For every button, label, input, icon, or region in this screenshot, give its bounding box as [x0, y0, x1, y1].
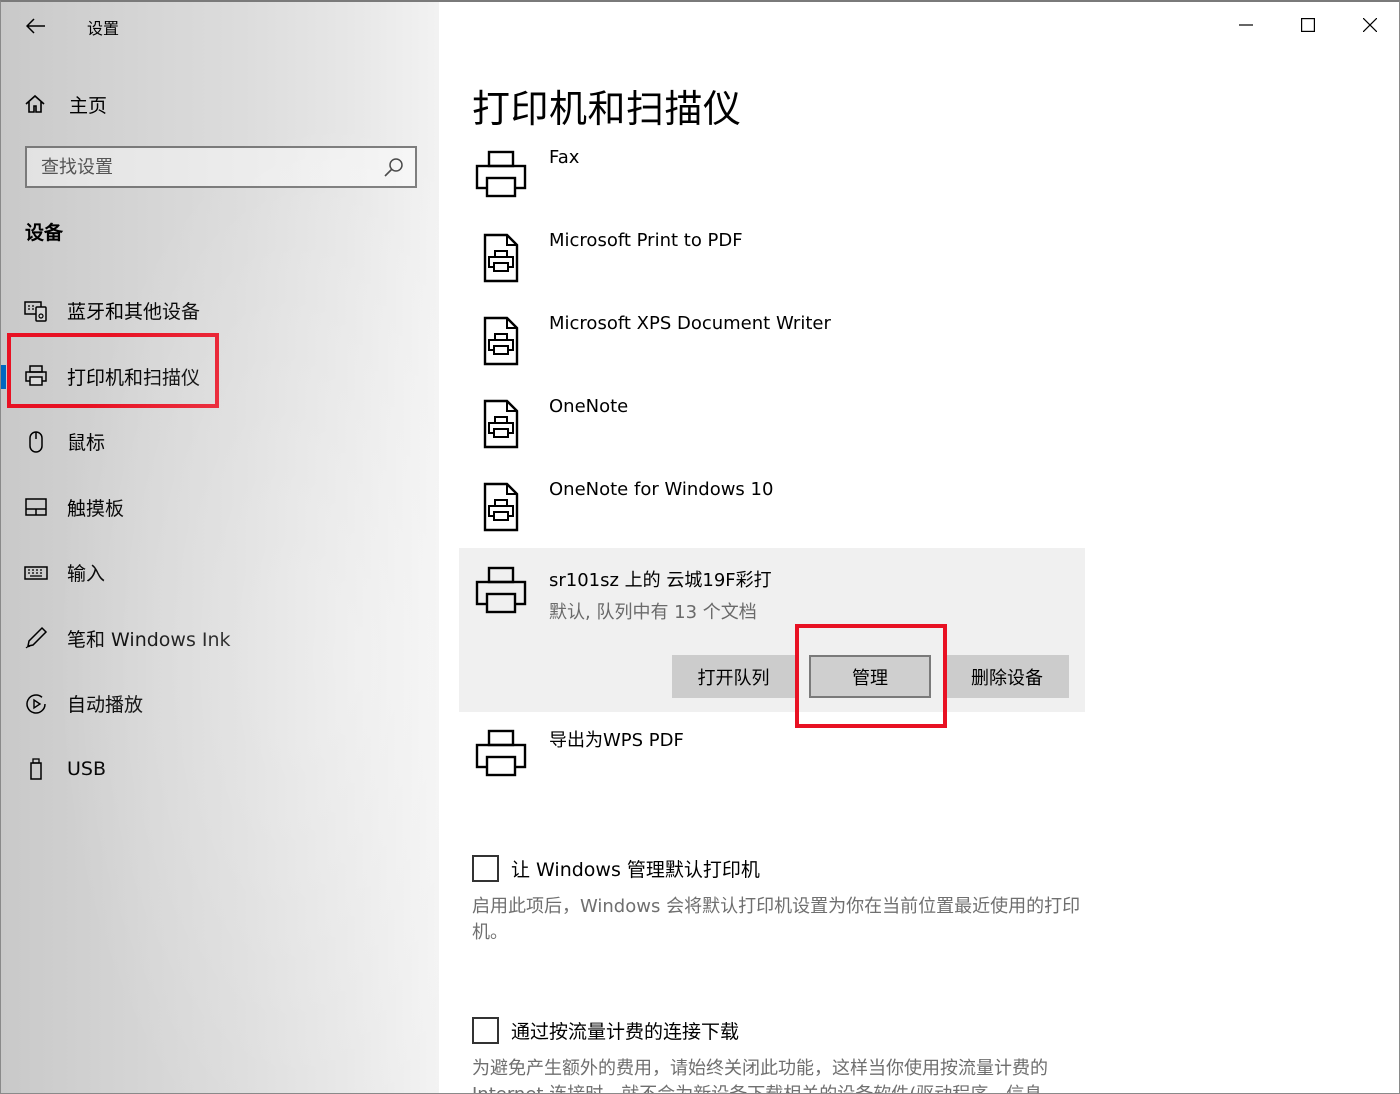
- sidebar-item-bluetooth[interactable]: 蓝牙和其他设备: [1, 278, 439, 344]
- home-icon: [25, 94, 45, 113]
- printer-name: Fax: [549, 147, 580, 168]
- document-printer-icon: [483, 399, 519, 449]
- sidebar-item-label: 笔和 Windows Ink: [67, 628, 231, 651]
- back-button[interactable]: [19, 10, 53, 42]
- document-printer-icon: [483, 316, 519, 366]
- minimize-icon: [1239, 24, 1253, 26]
- printer-name: Microsoft Print to PDF: [549, 230, 743, 251]
- autoplay-icon: [26, 694, 46, 714]
- close-icon: [1363, 18, 1377, 32]
- sidebar-item-pen[interactable]: 笔和 Windows Ink: [1, 606, 439, 672]
- main-content: 打印机和扫描仪 Fax Microsoft Print to PDF Micro…: [439, 2, 1399, 1093]
- search-input[interactable]: [41, 156, 383, 178]
- printer-name: OneNote: [549, 396, 629, 417]
- printer-item-onenote[interactable]: OneNote: [459, 393, 1085, 476]
- document-printer-icon: [483, 482, 519, 532]
- printer-name: OneNote for Windows 10: [549, 479, 774, 500]
- printer-item-xps-writer[interactable]: Microsoft XPS Document Writer: [459, 310, 1085, 393]
- checkbox-label: 通过按流量计费的连接下载: [511, 1021, 740, 1043]
- option-description: 启用此项后，Windows 会将默认打印机设置为你在当前位置最近使用的打印机。: [472, 896, 1081, 943]
- sidebar-item-home[interactable]: 主页: [23, 88, 107, 120]
- option-description: 为避免产生额外的费用，请始终关闭此功能，这样当你使用按流量计费的 Interne…: [472, 1058, 1048, 1093]
- sidebar-item-label: 触摸板: [67, 497, 125, 520]
- manage-button[interactable]: 管理: [809, 655, 931, 698]
- remove-device-button[interactable]: 删除设备: [945, 655, 1069, 698]
- page-title: 打印机和扫描仪: [472, 87, 742, 131]
- printer-icon: [25, 365, 47, 386]
- printer-name: 导出为WPS PDF: [549, 730, 684, 751]
- sidebar-item-label: 鼠标: [67, 432, 106, 455]
- home-label: 主页: [69, 94, 108, 117]
- caption-buttons: [1215, 2, 1399, 48]
- printer-item-wps-pdf[interactable]: 导出为WPS PDF: [459, 723, 1085, 806]
- maximize-button[interactable]: [1277, 2, 1339, 48]
- app-title: 设置: [87, 19, 120, 38]
- usb-icon: [30, 758, 42, 780]
- printer-name: sr101sz 上的 云城19F彩打: [549, 570, 772, 591]
- section-title: 设备: [25, 222, 64, 244]
- printer-item-onenote-win10[interactable]: OneNote for Windows 10: [459, 476, 1085, 559]
- option-metered-download[interactable]: 通过按流量计费的连接下载: [472, 1017, 739, 1044]
- back-arrow-icon: [26, 18, 45, 34]
- bluetooth-devices-icon: [24, 301, 47, 322]
- sidebar-item-label: 自动播放: [67, 694, 144, 717]
- touchpad-icon: [25, 498, 47, 516]
- search-box[interactable]: [25, 146, 417, 188]
- printer-item-print-to-pdf[interactable]: Microsoft Print to PDF: [459, 227, 1085, 310]
- settings-window: 设置 主页 设备 蓝牙和其他设备 打印机和扫描仪 鼠标: [0, 0, 1400, 1094]
- option-manage-default[interactable]: 让 Windows 管理默认打印机: [472, 855, 760, 882]
- printer-icon: [475, 729, 527, 777]
- minimize-button[interactable]: [1215, 2, 1277, 48]
- sidebar-item-mouse[interactable]: 鼠标: [1, 409, 439, 475]
- sidebar-item-label: 蓝牙和其他设备: [67, 301, 201, 324]
- sidebar-item-usb[interactable]: USB: [1, 737, 439, 803]
- sidebar-item-label: USB: [67, 758, 107, 781]
- sidebar-item-label: 输入: [67, 563, 106, 586]
- document-printer-icon: [483, 233, 519, 283]
- printer-item-fax[interactable]: Fax: [459, 144, 1085, 227]
- pen-icon: [25, 627, 48, 649]
- sidebar-item-autoplay[interactable]: 自动播放: [1, 671, 439, 737]
- printer-item-selected[interactable]: sr101sz 上的 云城19F彩打 默认, 队列中有 13 个文档 打开队列 …: [459, 548, 1085, 712]
- checkbox-label: 让 Windows 管理默认打印机: [511, 859, 760, 881]
- sidebar-item-touchpad[interactable]: 触摸板: [1, 475, 439, 541]
- printer-icon: [475, 566, 527, 614]
- close-button[interactable]: [1339, 2, 1399, 48]
- printer-icon: [475, 150, 527, 198]
- sidebar-item-typing[interactable]: 输入: [1, 540, 439, 606]
- mouse-icon: [29, 431, 43, 453]
- sidebar-nav: 蓝牙和其他设备 打印机和扫描仪 鼠标 触摸板 输入 笔和 Windows Ink: [1, 278, 439, 802]
- printer-actions: 打开队列 管理 删除设备: [672, 655, 1069, 698]
- sidebar-item-printers[interactable]: 打印机和扫描仪: [1, 344, 439, 410]
- printer-name: Microsoft XPS Document Writer: [549, 313, 831, 334]
- keyboard-icon: [24, 566, 48, 580]
- manage-default-checkbox[interactable]: [472, 855, 499, 882]
- printer-status: 默认, 队列中有 13 个文档: [549, 602, 757, 623]
- search-icon[interactable]: [383, 156, 405, 178]
- sidebar-item-label: 打印机和扫描仪: [67, 366, 201, 389]
- maximize-icon: [1301, 18, 1315, 32]
- sidebar: 设置 主页 设备 蓝牙和其他设备 打印机和扫描仪 鼠标: [1, 2, 439, 1093]
- metered-download-checkbox[interactable]: [472, 1017, 499, 1044]
- open-queue-button[interactable]: 打开队列: [672, 655, 795, 698]
